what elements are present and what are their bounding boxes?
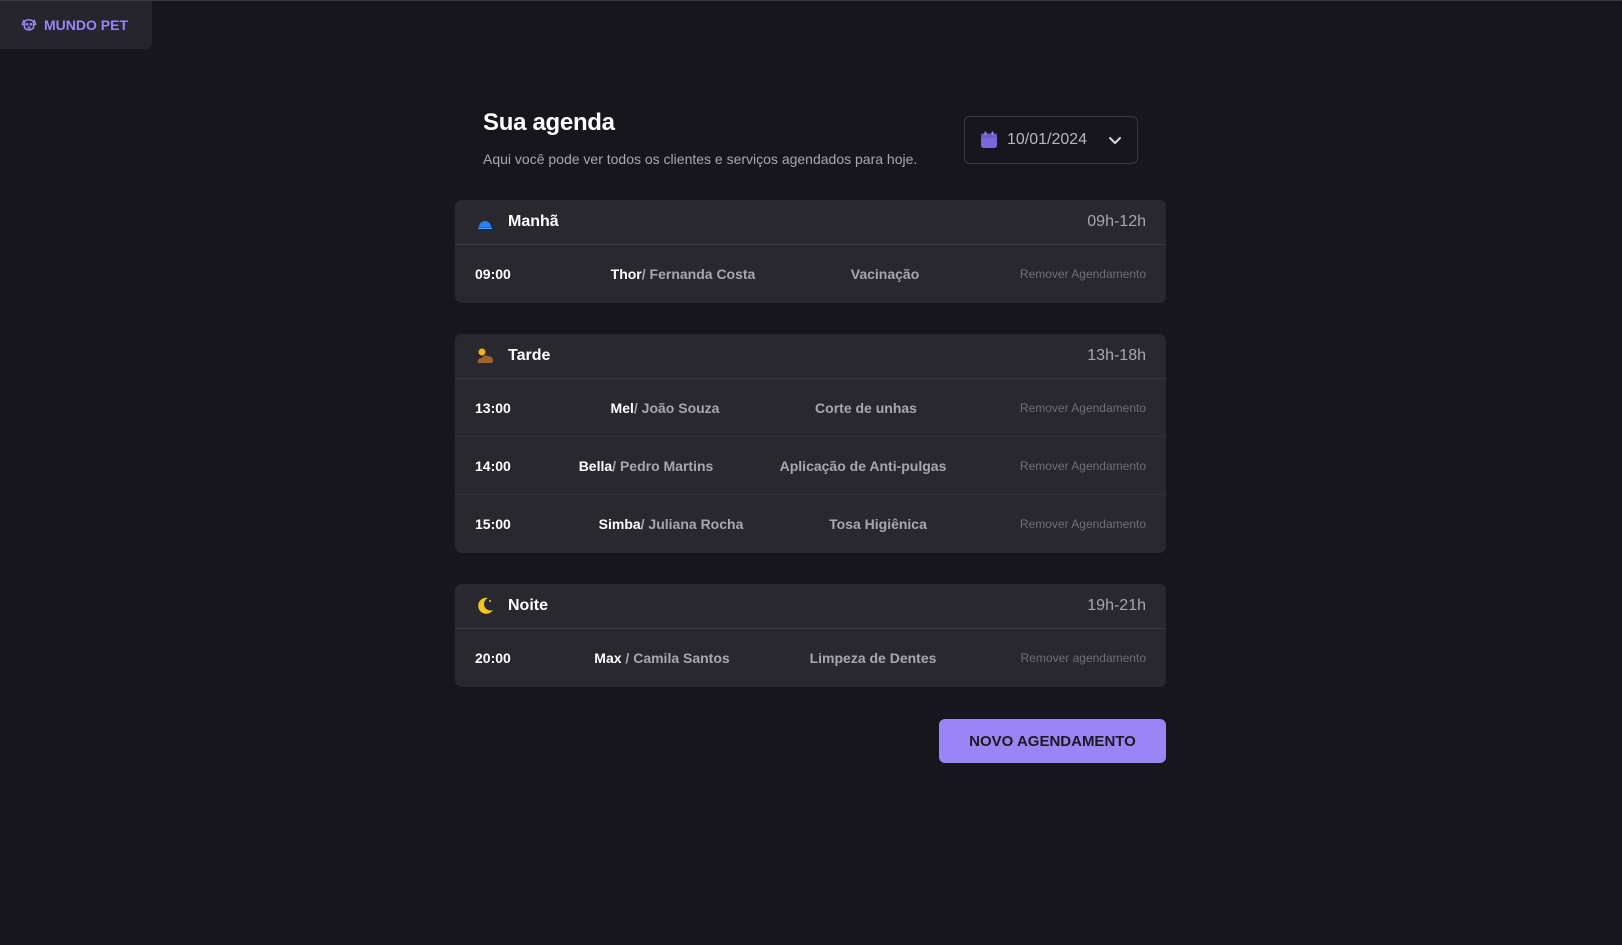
- appointment-service: Tosa Higiênica: [829, 516, 927, 532]
- period-range: 19h-21h: [1087, 597, 1146, 614]
- new-appointment-button[interactable]: NOVO AGENDAMENTO: [939, 719, 1166, 763]
- pet-name: Bella: [578, 457, 613, 474]
- appointment-client: Max / Camila Santos: [594, 650, 729, 666]
- period-title: Noite: [508, 597, 548, 614]
- remove-appointment-link[interactable]: Remover Agendamento: [1020, 267, 1146, 281]
- period-header: Noite 19h-21h: [455, 584, 1166, 629]
- period-noite: Noite 19h-21h 20:00 Max / Camila Santos …: [455, 584, 1166, 687]
- remove-appointment-link[interactable]: Remover Agendamento: [1020, 517, 1146, 531]
- appointment-time: 14:00: [475, 457, 511, 474]
- appointment-time: 09:00: [475, 266, 511, 282]
- appointment-client: Mel/ João Souza: [611, 400, 720, 416]
- remove-appointment-link[interactable]: Remover agendamento: [1021, 651, 1146, 665]
- appointment-row: 15:00 Simba/ Juliana Rocha Tosa Higiênic…: [455, 495, 1166, 553]
- appointment-row: 13:00 Mel/ João Souza Corte de unhas Rem…: [455, 379, 1166, 437]
- calendar-icon: [981, 131, 997, 148]
- appointment-service: Corte de unhas: [815, 399, 917, 416]
- period-header: Tarde 13h-18h: [455, 334, 1166, 379]
- period-range: 09h-12h: [1087, 213, 1146, 230]
- brand-name: MUNDO PET: [44, 17, 128, 33]
- brand-logo[interactable]: MUNDO PET: [0, 1, 152, 49]
- appointment-service: Vacinação: [850, 266, 920, 282]
- appointment-time: 15:00: [475, 516, 511, 532]
- remove-appointment-link[interactable]: Remover Agendamento: [1020, 459, 1146, 473]
- appointment-client: Bella/ Pedro Martins: [579, 458, 714, 474]
- appointment-row: 14:00 Bella/ Pedro Martins Aplicação de …: [455, 437, 1166, 495]
- pet-name: Max: [594, 650, 622, 666]
- remove-appointment-link[interactable]: Remover Agendamento: [1020, 401, 1146, 415]
- appointment-row: 20:00 Max / Camila Santos Limpeza de Den…: [455, 629, 1166, 687]
- date-picker[interactable]: 10/01/2024: [964, 116, 1138, 164]
- appointment-time: 13:00: [475, 399, 511, 416]
- appointment-row: 09:00 Thor/ Fernanda Costa Vacinação Rem…: [455, 245, 1166, 303]
- appointment-client: Thor/ Fernanda Costa: [611, 266, 756, 282]
- owner-name: / João Souza: [633, 399, 720, 416]
- moon-icon: [475, 596, 495, 616]
- dog-icon: [21, 19, 37, 31]
- period-range: 13h-18h: [1087, 347, 1146, 364]
- appointment-service: Limpeza de Dentes: [809, 650, 937, 666]
- appointment-service: Aplicação de Anti-pulgas: [779, 457, 947, 474]
- owner-name: / Fernanda Costa: [641, 266, 756, 282]
- date-value: 10/01/2024: [1007, 131, 1088, 148]
- pet-name: Simba: [598, 516, 641, 532]
- owner-name: / Juliana Rocha: [640, 516, 744, 532]
- period-title: Manhã: [508, 213, 559, 230]
- owner-name: / Camila Santos: [621, 650, 730, 666]
- pet-name: Thor: [610, 266, 642, 282]
- period-title: Tarde: [508, 347, 551, 364]
- appointment-time: 20:00: [475, 650, 511, 666]
- chevron-down-icon: [1109, 137, 1121, 144]
- sunrise-icon: [475, 212, 495, 232]
- sun-cloud-icon: [475, 346, 495, 366]
- period-tarde: Tarde 13h-18h 13:00 Mel/ João Souza Cort…: [455, 334, 1166, 553]
- appointment-client: Simba/ Juliana Rocha: [599, 516, 744, 532]
- pet-name: Mel: [610, 399, 634, 416]
- period-header: Manhã 09h-12h: [455, 200, 1166, 245]
- period-manha: Manhã 09h-12h 09:00 Thor/ Fernanda Costa…: [455, 200, 1166, 303]
- owner-name: / Pedro Martins: [612, 457, 714, 474]
